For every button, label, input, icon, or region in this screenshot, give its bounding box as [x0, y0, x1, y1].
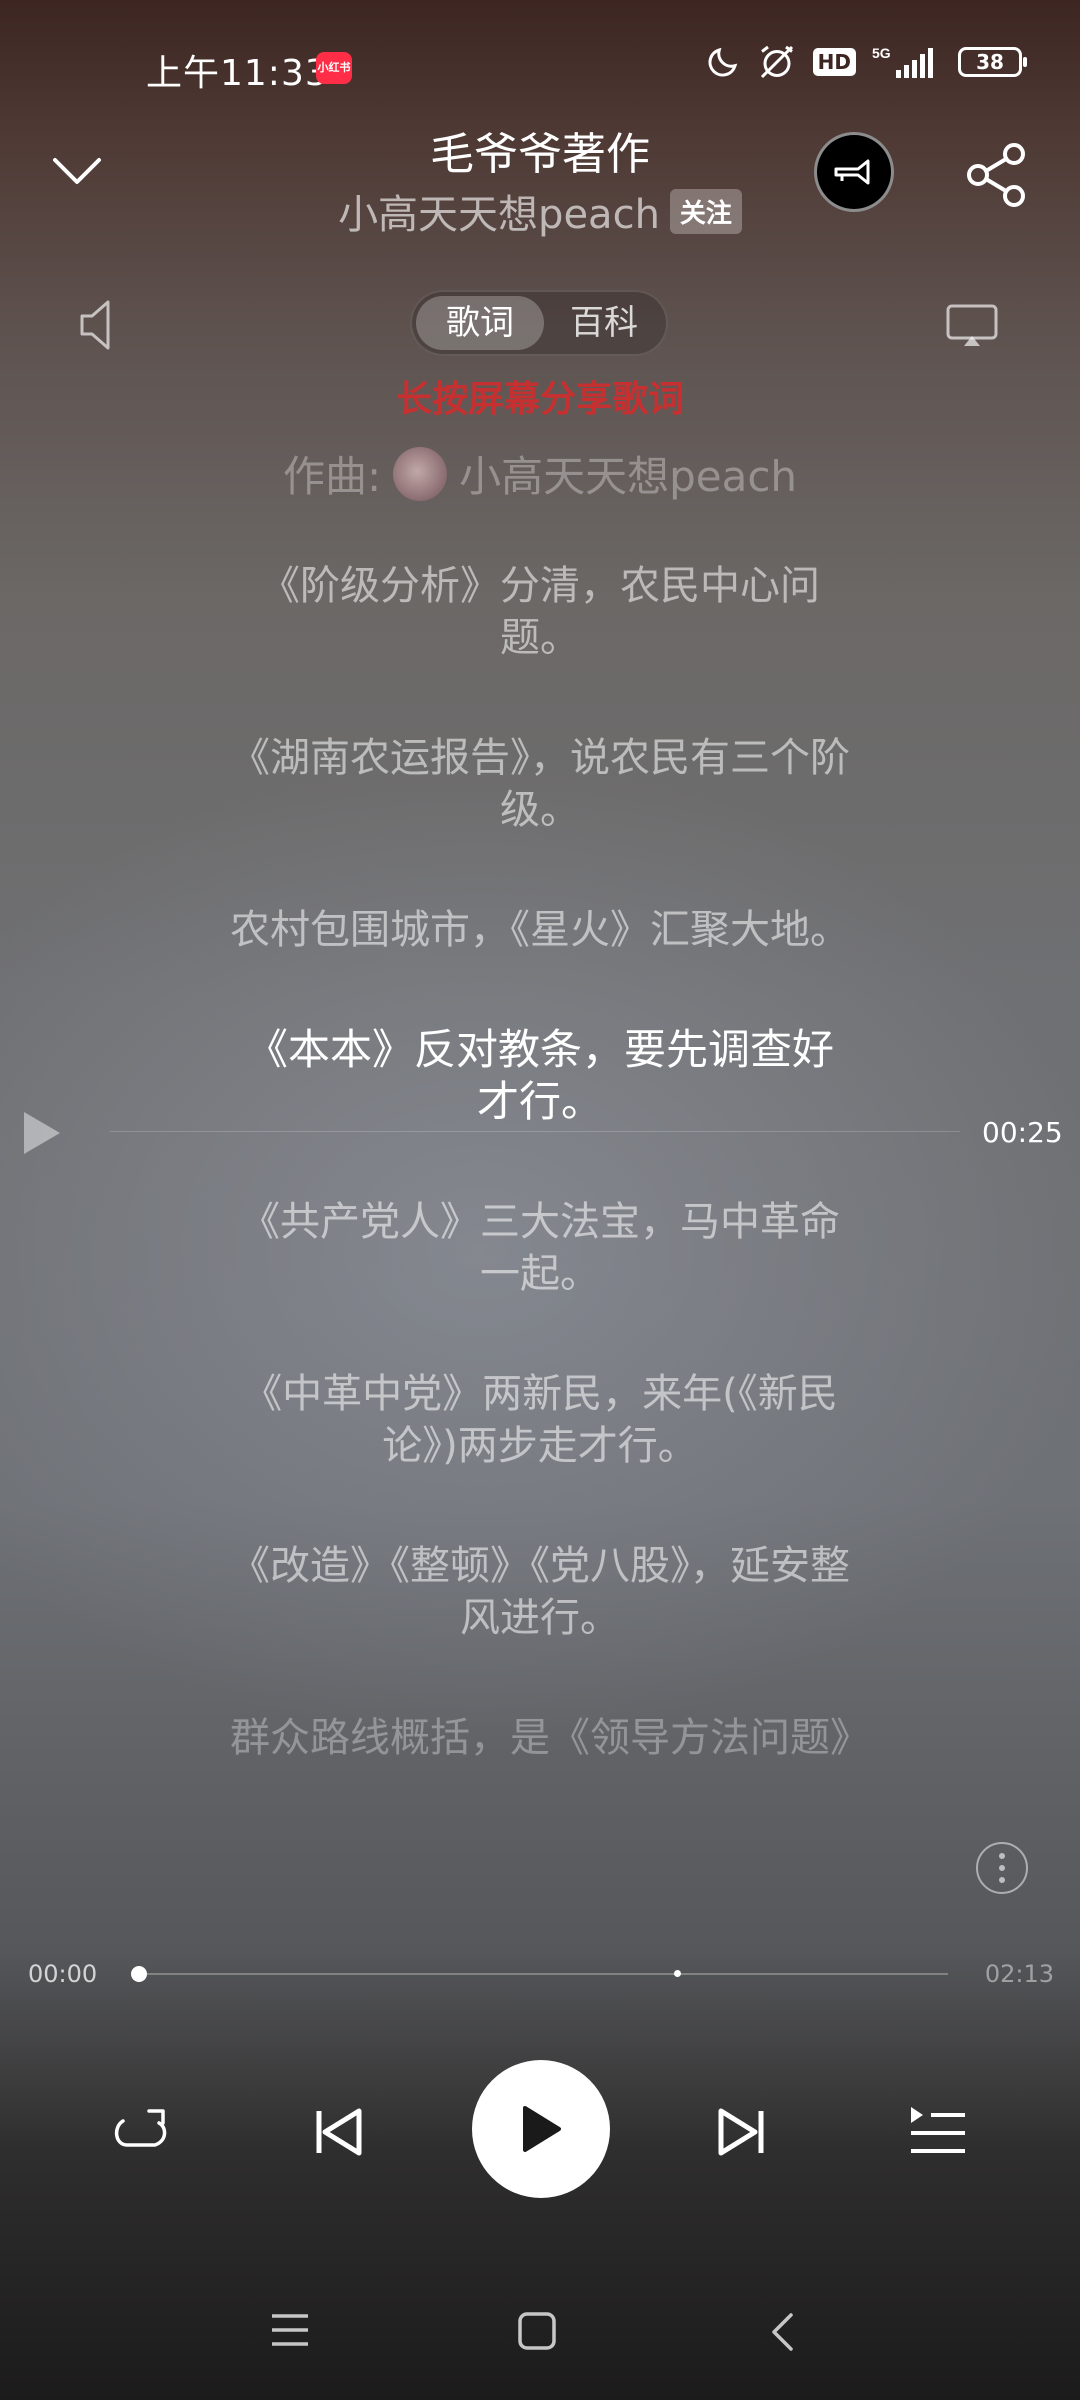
play-button[interactable]	[472, 2060, 610, 2198]
menu-nav-icon[interactable]	[270, 2313, 310, 2347]
lyric-seek-line	[110, 1131, 960, 1132]
svg-text:5G: 5G	[872, 45, 891, 61]
lyric-line: 《改造》《整顿》《党八股》，延安整风进行。	[230, 1543, 850, 1641]
play-icon	[523, 2106, 561, 2152]
progress-handle[interactable]	[131, 1966, 147, 1982]
tab-lyrics[interactable]: 歌词	[416, 296, 544, 350]
next-icon	[718, 2108, 764, 2156]
xiaohongshu-badge-icon: 小红书	[316, 52, 352, 84]
lyrics-list[interactable]: 《阶级分析》分清，农民中心问题。 《湖南农运报告》，说农民有三个阶级。 农村包围…	[230, 560, 870, 1832]
lyric-line: 《中革中党》两新民，来年(《新民论》)两步走才行。	[242, 1371, 838, 1469]
previous-button[interactable]	[306, 2100, 370, 2164]
progress-bar[interactable]	[138, 1973, 948, 1975]
previous-icon	[316, 2108, 362, 2156]
composer-label: 作曲:	[282, 452, 382, 501]
status-icons: HD 5G 38	[705, 44, 1027, 80]
repeat-button[interactable]	[110, 2100, 174, 2164]
signal-5g-icon: 5G	[872, 45, 933, 78]
artist-row: 小高天天想peach 关注	[0, 182, 1080, 240]
repeat-icon	[114, 2109, 167, 2147]
composer-name: 小高天天想peach	[459, 452, 798, 501]
alarm-off-icon	[760, 45, 793, 79]
artist-name[interactable]: 小高天天想peach	[338, 182, 660, 240]
share-lyrics-hint: 长按屏幕分享歌词	[395, 379, 684, 420]
tab-switcher: 歌词 百科	[410, 290, 668, 356]
back-nav-icon[interactable]	[770, 2312, 794, 2352]
lyric-line: 群众路线概括，是《领导方法问题》	[230, 1715, 870, 1761]
tab-wiki[interactable]: 百科	[548, 296, 660, 350]
seek-play-icon[interactable]	[22, 1110, 62, 1156]
hd-icon: HD	[812, 48, 856, 76]
battery-icon: 38	[958, 47, 1027, 77]
song-title: 毛爷爷著作	[430, 129, 650, 180]
lyric-line: 《共产党人》三大法宝，马中革命一起。	[240, 1199, 840, 1297]
moon-icon	[708, 47, 737, 77]
volume-icon[interactable]	[78, 298, 118, 352]
playlist-button[interactable]	[906, 2100, 970, 2164]
playlist-icon	[911, 2107, 965, 2153]
avatar	[393, 446, 448, 501]
lyric-line: 《阶级分析》分清，农民中心问题。	[260, 563, 820, 661]
trumpet-icon	[834, 159, 870, 185]
trumpet-button[interactable]	[814, 132, 894, 212]
follow-button[interactable]: 关注	[669, 188, 742, 234]
composer-row: 作曲: 小高天天想peach	[0, 443, 1080, 504]
current-time: 00:00	[28, 1960, 98, 1988]
home-nav-icon[interactable]	[518, 2312, 556, 2350]
total-time: 02:13	[984, 1960, 1054, 1988]
cast-icon[interactable]	[946, 304, 998, 348]
progress-marker	[674, 1970, 681, 1977]
lyric-line: 农村包围城市，《星火》汇聚大地。	[230, 907, 850, 953]
seek-time: 00:25	[982, 1116, 1063, 1149]
next-button[interactable]	[710, 2100, 774, 2164]
share-icon[interactable]	[962, 140, 1032, 210]
lyric-line-current: 《本本》反对教条，要先调查好才行。	[245, 1025, 834, 1126]
status-time: 上午11:33	[146, 53, 329, 94]
more-button[interactable]	[976, 1842, 1028, 1894]
lyric-line: 《湖南农运报告》，说农民有三个阶级。	[230, 735, 850, 833]
more-vertical-icon	[999, 1853, 1005, 1883]
